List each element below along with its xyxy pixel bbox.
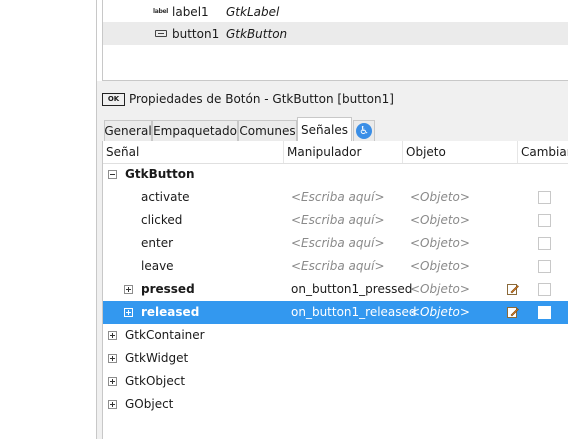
signals-table: Señal Manipulador Objeto Cambiar GtkButt… [102,141,568,439]
handler-field[interactable]: on_button1_pressed [291,278,412,301]
button-ok-icon: OK [102,92,125,106]
tree-item-name: label1 [172,4,209,19]
tab-general[interactable]: General [104,120,152,141]
swap-checkbox[interactable] [538,283,551,296]
signal-row[interactable]: clicked <Escriba aquí> <Objeto> [103,209,568,232]
button-widget-icon [155,30,167,37]
column-header-signal[interactable]: Señal [103,141,284,163]
expand-icon[interactable] [108,400,117,409]
handler-field[interactable]: <Escriba aquí> [291,186,385,209]
tree-item-name: button1 [172,26,220,41]
swap-checkbox[interactable] [538,306,551,319]
signal-group-row[interactable]: GtkWidget [103,347,568,370]
properties-title: Propiedades de Botón - GtkButton [button… [129,92,394,106]
expand-icon[interactable] [108,377,117,386]
signal-name: GObject [125,397,174,411]
signal-row[interactable]: enter <Escriba aquí> <Objeto> [103,232,568,255]
swap-checkbox[interactable] [538,260,551,273]
left-panel [0,0,97,439]
signal-row[interactable]: pressed on_button1_pressed <Objeto> [103,278,568,301]
object-field[interactable]: <Objeto> [410,278,470,301]
signal-group-row[interactable]: GObject [103,393,568,416]
signal-name: GtkObject [125,374,186,388]
label-widget-icon: label [153,8,169,15]
expand-icon[interactable] [124,285,133,294]
swap-checkbox[interactable] [538,237,551,250]
column-header-swap[interactable]: Cambiar [518,141,568,163]
object-field[interactable]: <Objeto> [410,301,470,324]
signal-group-row[interactable]: GtkObject [103,370,568,393]
signal-name: GtkButton [125,167,195,181]
signal-name: enter [141,236,174,250]
tab-accessibility[interactable]: ♿ [353,120,375,141]
column-header-handler[interactable]: Manipulador [284,141,403,163]
edit-handler-icon[interactable] [507,283,519,295]
signal-row-selected[interactable]: released on_button1_released <Objeto> [103,301,568,324]
tab-empaquetado[interactable]: Empaquetado [152,120,238,141]
signal-name: GtkContainer [125,328,205,342]
tree-item-type: GtkLabel [226,4,280,19]
object-field[interactable]: <Objeto> [410,186,470,209]
tree-item-type: GtkButton [226,26,288,41]
signal-name: pressed [141,282,195,296]
expand-icon[interactable] [108,354,117,363]
handler-field[interactable]: on_button1_released [291,301,417,324]
tab-senales[interactable]: Señales [297,117,352,142]
signal-group-row[interactable]: GtkButton [103,163,568,186]
edit-handler-icon[interactable] [507,306,519,318]
object-field[interactable]: <Objeto> [410,255,470,278]
table-header: Señal Manipulador Objeto Cambiar [103,141,568,164]
handler-field[interactable]: <Escriba aquí> [291,209,385,232]
widget-tree: label label1 GtkLabel button1 GtkButton [102,0,568,81]
signal-name: activate [141,190,190,204]
signal-name: GtkWidget [125,351,189,365]
swap-checkbox[interactable] [538,191,551,204]
accessibility-icon: ♿ [356,123,372,139]
handler-field[interactable]: <Escriba aquí> [291,232,385,255]
handler-field[interactable]: <Escriba aquí> [291,255,385,278]
properties-header: OK Propiedades de Botón - GtkButton [but… [102,92,394,106]
signal-row[interactable]: leave <Escriba aquí> <Objeto> [103,255,568,278]
tree-item-label1[interactable]: label label1 GtkLabel [103,0,568,23]
tab-comunes[interactable]: Comunes [238,120,297,141]
object-field[interactable]: <Objeto> [410,209,470,232]
tree-item-button1[interactable]: button1 GtkButton [103,22,568,45]
signal-row[interactable]: activate <Escriba aquí> <Objeto> [103,186,568,209]
column-header-object[interactable]: Objeto [403,141,518,163]
expand-icon[interactable] [124,308,133,317]
expand-icon[interactable] [108,331,117,340]
signal-name: leave [141,259,174,273]
collapse-icon[interactable] [108,170,117,179]
signal-name: released [141,305,200,319]
object-field[interactable]: <Objeto> [410,232,470,255]
signal-group-row[interactable]: GtkContainer [103,324,568,347]
swap-checkbox[interactable] [538,214,551,227]
signal-name: clicked [141,213,183,227]
